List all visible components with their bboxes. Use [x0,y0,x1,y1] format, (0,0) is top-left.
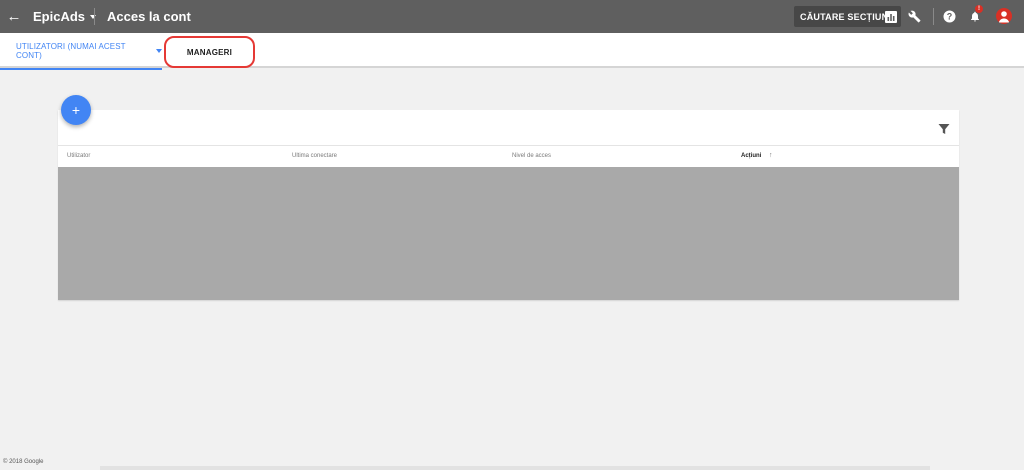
table-body-redacted [58,167,959,300]
add-user-button[interactable]: + [61,95,91,125]
column-header-actions[interactable]: Acțiuni [741,153,761,159]
bottom-edge [100,466,930,470]
back-button[interactable]: ← [4,6,24,26]
filter-icon[interactable] [938,123,950,135]
tab-users-label: UTILIZATORI (NUMAI ACEST CONT) [16,41,126,60]
arrow-left-icon: ← [6,7,22,25]
active-tab-indicator [0,68,162,70]
column-header-last-login[interactable]: Ultima conectare [292,153,337,159]
svg-text:?: ? [947,12,953,22]
copyright-footer: © 2018 Google [3,459,44,465]
page-title: Acces la cont [107,9,191,24]
tab-managers-label: MANAGERI [186,47,233,57]
sort-ascending-icon[interactable]: ↑ [769,152,773,159]
tab-bar: UTILIZATORI (NUMAI ACEST CONT) MANAGERI [0,33,1024,70]
tab-managers[interactable]: MANAGERI [164,36,255,68]
divider [933,8,934,25]
notifications-button[interactable]: ! [966,5,983,25]
help-icon[interactable]: ? [941,8,958,25]
bar-chart-icon[interactable] [882,8,899,25]
column-header-user[interactable]: Utilizator [67,153,90,159]
column-header-access-level[interactable]: Nivel de acces [512,153,551,159]
account-selector[interactable]: EpicAds [33,9,97,24]
notification-badge: ! [975,5,983,13]
divider [94,8,95,25]
account-avatar[interactable] [996,8,1012,24]
caret-down-icon [156,48,162,53]
tab-users-this-account[interactable]: UTILIZATORI (NUMAI ACEST CONT) [0,33,162,70]
users-table-card: Utilizator Ultima conectare Nivel de acc… [58,110,959,300]
account-name: EpicAds [33,9,86,24]
table-header: Utilizator Ultima conectare Nivel de acc… [58,146,959,167]
plus-icon: + [71,102,81,118]
table-toolbar [58,110,959,146]
wrench-icon[interactable] [906,8,923,25]
app-top-bar: ← EpicAds Acces la cont CĂUTARE SECȚIUNE… [0,0,1024,33]
